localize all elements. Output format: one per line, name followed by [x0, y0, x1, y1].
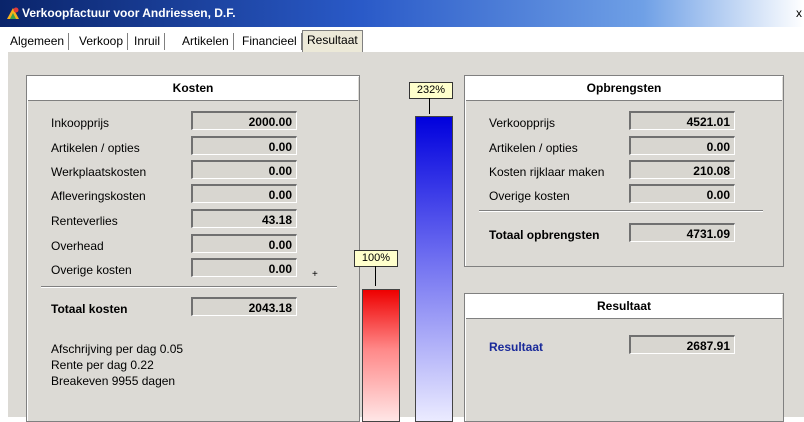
opbrengsten-separator — [479, 210, 763, 212]
resultaat-header: Resultaat — [466, 295, 782, 319]
kosten-row-label: Inkoopprijs — [51, 116, 110, 130]
kosten-panel: Kosten Inkoopprijs 2000.00 Artikelen / o… — [26, 75, 360, 422]
kosten-row-label: Artikelen / opties — [51, 141, 140, 155]
opbrengsten-total-value: 4731.09 — [629, 223, 735, 242]
tab-inruil[interactable]: Inruil — [130, 33, 166, 50]
opbrengsten-row-value: 0.00 — [629, 184, 735, 203]
opbrengsten-row-label: Verkoopprijs — [489, 116, 556, 130]
kosten-separator — [41, 286, 337, 288]
kosten-row-label: Afleveringskosten — [51, 189, 146, 203]
revenue-bar-label: 232% — [409, 82, 453, 99]
opbrengsten-total-label: Totaal opbrengsten — [489, 228, 600, 242]
opbrengsten-row-label: Kosten rijklaar maken — [489, 165, 605, 179]
opbrengsten-header: Opbrengsten — [466, 77, 782, 101]
kosten-header: Kosten — [28, 77, 358, 101]
window-title: Verkoopfactuur voor Andriessen, D.F. — [22, 6, 236, 20]
close-icon[interactable]: x — [796, 6, 802, 20]
opbrengsten-row-value: 4521.01 — [629, 111, 735, 130]
note-afschrijving: Afschrijving per dag 0.05 — [51, 342, 184, 356]
plus-marker: + — [312, 269, 318, 280]
revenue-bar — [415, 116, 453, 422]
kosten-row-label: Overige kosten — [51, 263, 132, 277]
opbrengsten-row-label: Artikelen / opties — [489, 141, 578, 155]
tab-algemeen[interactable]: Algemeen — [6, 33, 70, 50]
kosten-row-value: 0.00 — [191, 234, 297, 253]
costs-bar-stick — [375, 266, 376, 286]
tab-financieel[interactable]: Financieel — [238, 33, 302, 50]
opbrengsten-row-value: 210.08 — [629, 160, 735, 179]
tab-artikelen[interactable]: Artikelen — [178, 33, 234, 50]
app-icon — [7, 7, 19, 19]
opbrengsten-row-value: 0.00 — [629, 136, 735, 155]
resultaat-panel: Resultaat Resultaat 2687.91 — [464, 293, 784, 422]
note-breakeven: Breakeven 9955 dagen — [51, 374, 176, 388]
kosten-row-value: 0.00 — [191, 258, 297, 277]
kosten-row-value: 0.00 — [191, 160, 297, 179]
kosten-row-label: Werkplaatskosten — [51, 165, 147, 179]
kosten-total-value: 2043.18 — [191, 297, 297, 316]
kosten-row-value: 0.00 — [191, 184, 297, 203]
kosten-total-label: Totaal kosten — [51, 302, 128, 316]
opbrengsten-panel: Opbrengsten Verkoopprijs 4521.01 Artikel… — [464, 75, 784, 267]
title-bar: Verkoopfactuur voor Andriessen, D.F. x — [0, 0, 804, 27]
kosten-row-label: Overhead — [51, 239, 104, 253]
kosten-row-value: 0.00 — [191, 136, 297, 155]
result-page: Kosten Inkoopprijs 2000.00 Artikelen / o… — [8, 51, 804, 422]
opbrengsten-row-label: Overige kosten — [489, 189, 570, 203]
tab-resultaat[interactable]: Resultaat — [302, 30, 363, 52]
resultaat-label: Resultaat — [489, 340, 544, 354]
costs-bar — [362, 289, 400, 422]
kosten-row-value: 2000.00 — [191, 111, 297, 130]
tab-strip: Algemeen Verkoop Inruil Artikelen Financ… — [0, 27, 804, 53]
tab-verkoop[interactable]: Verkoop — [75, 33, 129, 50]
resultaat-value: 2687.91 — [629, 335, 735, 354]
note-rente: Rente per dag 0.22 — [51, 358, 154, 372]
revenue-bar-stick — [429, 98, 430, 114]
kosten-row-value: 43.18 — [191, 209, 297, 228]
kosten-row-label: Renteverlies — [51, 214, 118, 228]
costs-bar-label: 100% — [354, 250, 398, 267]
